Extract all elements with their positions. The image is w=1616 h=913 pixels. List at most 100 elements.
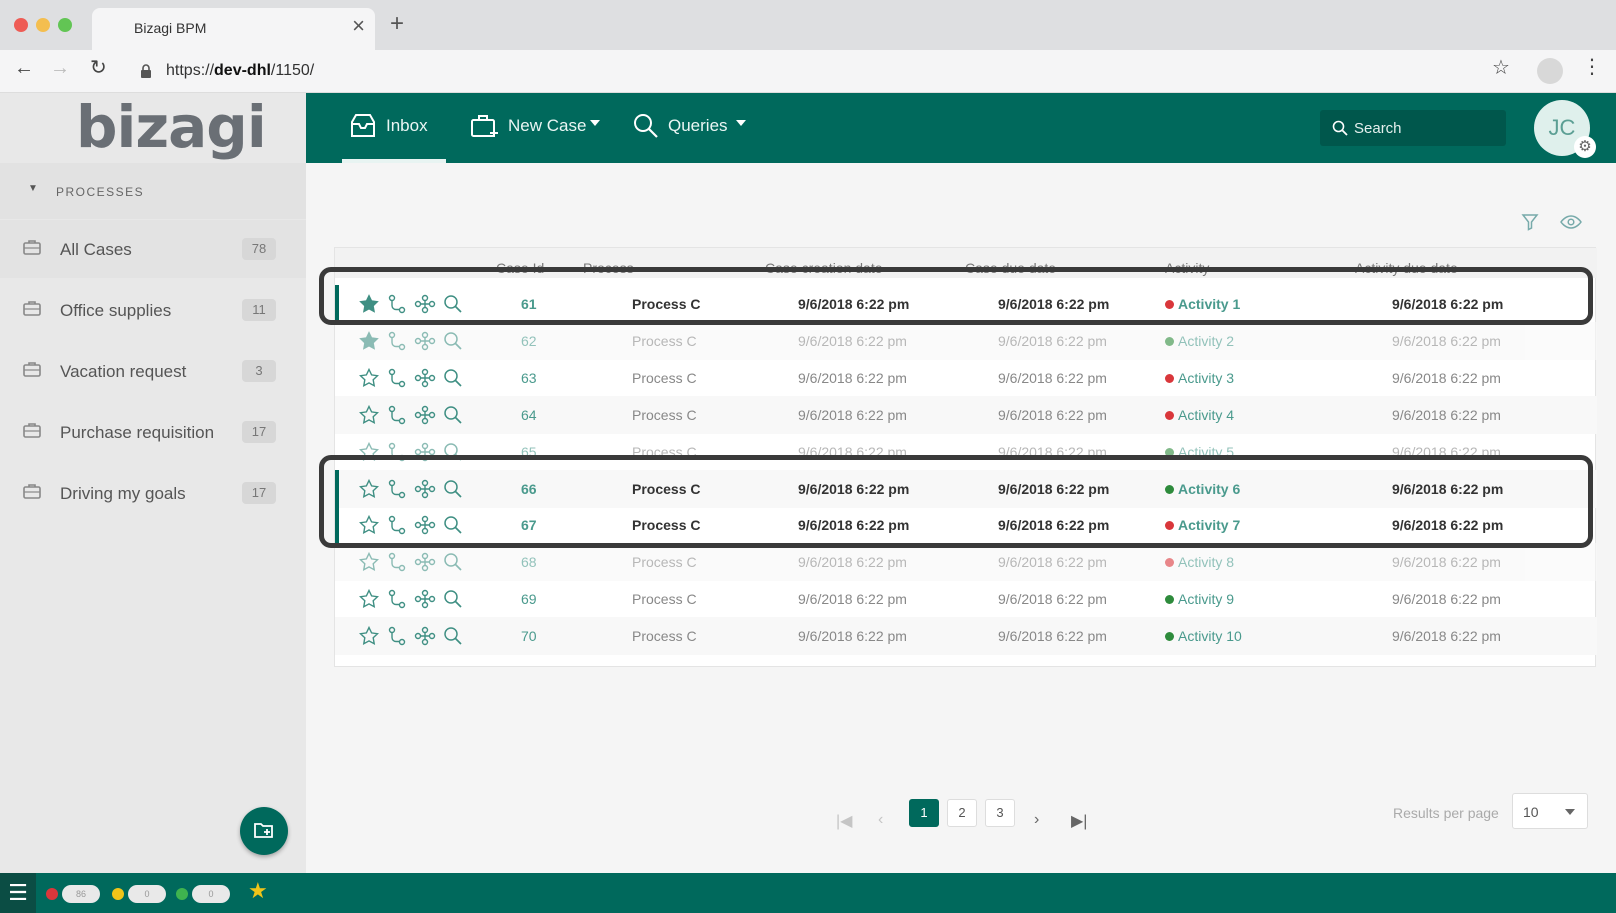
favorite-star-icon[interactable] bbox=[358, 367, 380, 393]
activity-link[interactable]: Activity 4 bbox=[1178, 407, 1234, 423]
activity-due-date-cell: 9/6/2018 6:22 pm bbox=[1392, 406, 1501, 423]
case-due-date-cell: 9/6/2018 6:22 pm bbox=[998, 332, 1107, 349]
workflow-icon[interactable] bbox=[414, 368, 436, 393]
new-case-fab-button[interactable] bbox=[240, 807, 288, 855]
route-icon[interactable] bbox=[387, 589, 407, 614]
activity-due-date-cell: 9/6/2018 6:22 pm bbox=[1392, 628, 1501, 645]
reload-icon[interactable]: ↻ bbox=[90, 58, 107, 78]
workflow-icon[interactable] bbox=[414, 626, 436, 651]
activity-link[interactable]: Activity 10 bbox=[1178, 628, 1242, 644]
activity-link[interactable]: Activity 8 bbox=[1178, 554, 1234, 570]
route-icon[interactable] bbox=[387, 368, 407, 393]
processes-section-header[interactable]: ▼ PROCESSES bbox=[0, 163, 306, 219]
browser-profile-avatar[interactable] bbox=[1537, 58, 1563, 84]
case-id-link[interactable]: 68 bbox=[521, 554, 537, 570]
back-arrow-icon[interactable]: ← bbox=[14, 58, 34, 78]
sidebar-item-vacation-request[interactable]: Vacation request 3 bbox=[0, 342, 306, 400]
view-case-search-icon[interactable] bbox=[443, 589, 463, 614]
favorite-star-icon[interactable] bbox=[358, 625, 380, 651]
table-row[interactable]: 69 Process C 9/6/2018 6:22 pm 9/6/2018 6:22… bbox=[335, 580, 1597, 618]
url-text: https://dev-dhl/1150/ bbox=[166, 62, 315, 79]
forward-arrow-icon[interactable]: → bbox=[50, 58, 70, 78]
hamburger-menu-icon[interactable]: ☰ bbox=[0, 873, 36, 913]
favorite-star-icon[interactable] bbox=[358, 404, 380, 430]
route-icon[interactable] bbox=[387, 405, 407, 430]
browser-tab[interactable]: Bizagi BPM × bbox=[92, 8, 375, 50]
settings-gear-icon[interactable]: ⚙ bbox=[1574, 136, 1596, 158]
sidebar-item-driving-my-goals[interactable]: Driving my goals 17 bbox=[0, 464, 306, 522]
sidebar-item-all-cases[interactable]: All Cases 78 bbox=[0, 220, 306, 278]
workflow-icon[interactable] bbox=[414, 331, 436, 356]
workflow-icon[interactable] bbox=[414, 552, 436, 577]
bookmark-star-icon[interactable]: ☆ bbox=[1492, 58, 1510, 78]
case-creation-date-cell: 9/6/2018 6:22 pm bbox=[798, 591, 907, 608]
view-case-search-icon[interactable] bbox=[443, 405, 463, 430]
yellow-counter[interactable]: 0 bbox=[128, 885, 166, 903]
case-due-date-cell: 9/6/2018 6:22 pm bbox=[998, 628, 1107, 645]
table-row[interactable]: 64 Process C 9/6/2018 6:22 pm 9/6/2018 6:22… bbox=[335, 395, 1597, 434]
last-page-icon[interactable]: ▶| bbox=[1071, 811, 1087, 831]
route-icon[interactable] bbox=[387, 331, 407, 356]
browser-menu-icon[interactable]: ⋮ bbox=[1582, 57, 1602, 77]
tab-new-case[interactable]: New Case bbox=[470, 93, 610, 163]
table-row[interactable]: 68 Process C 9/6/2018 6:22 pm 9/6/2018 6:22… bbox=[335, 543, 1597, 582]
chevron-down-icon bbox=[736, 120, 746, 126]
table-row[interactable]: 70 Process C 9/6/2018 6:22 pm 9/6/2018 6:22… bbox=[335, 617, 1597, 656]
sidebar-item-label: Purchase requisition bbox=[60, 423, 215, 442]
favorites-star-icon[interactable]: ★ bbox=[248, 880, 268, 902]
workflow-icon[interactable] bbox=[414, 589, 436, 614]
activity-link[interactable]: Activity 2 bbox=[1178, 333, 1234, 349]
new-tab-button[interactable]: + bbox=[390, 12, 404, 36]
case-id-link[interactable]: 70 bbox=[521, 628, 537, 644]
window-close-button[interactable] bbox=[14, 18, 28, 32]
case-id-link[interactable]: 62 bbox=[521, 333, 537, 349]
results-per-page-select[interactable]: 10 bbox=[1512, 793, 1588, 829]
case-due-date-cell: 9/6/2018 6:22 pm bbox=[998, 369, 1107, 386]
page-button-1[interactable]: 1 bbox=[909, 799, 939, 827]
tab-close-icon[interactable]: × bbox=[352, 15, 365, 37]
filter-icon[interactable] bbox=[1521, 213, 1539, 231]
tab-queries[interactable]: Queries bbox=[632, 93, 762, 163]
case-count-badge: 3 bbox=[242, 360, 276, 382]
case-id-link[interactable]: 69 bbox=[521, 591, 537, 607]
green-counter[interactable]: 0 bbox=[192, 885, 230, 903]
activity-due-date-cell: 9/6/2018 6:22 pm bbox=[1392, 591, 1501, 608]
route-icon[interactable] bbox=[387, 626, 407, 651]
sidebar-item-purchase-requisition[interactable]: Purchase requisition 17 bbox=[0, 403, 306, 461]
bizagi-logo: bizagi bbox=[76, 93, 267, 161]
favorite-star-icon[interactable] bbox=[358, 552, 380, 577]
results-per-page-value: 10 bbox=[1523, 804, 1539, 820]
view-case-search-icon[interactable] bbox=[443, 552, 463, 577]
table-row[interactable]: 62 Process C 9/6/2018 6:22 pm 9/6/2018 6:22… bbox=[335, 321, 1597, 360]
folder-plus-icon bbox=[254, 823, 273, 838]
activity-due-date-cell: 9/6/2018 6:22 pm bbox=[1392, 369, 1501, 386]
case-id-link[interactable]: 63 bbox=[521, 370, 537, 386]
view-case-search-icon[interactable] bbox=[443, 626, 463, 651]
table-row[interactable]: 63 Process C 9/6/2018 6:22 pm 9/6/2018 6:22… bbox=[335, 359, 1597, 397]
view-case-search-icon[interactable] bbox=[443, 368, 463, 393]
activity-status-dot bbox=[1165, 632, 1174, 642]
page-button-2[interactable]: 2 bbox=[947, 799, 977, 827]
window-minimize-button[interactable] bbox=[36, 18, 50, 32]
favorite-star-icon[interactable] bbox=[359, 331, 379, 356]
favorite-star-icon[interactable] bbox=[358, 589, 380, 614]
activity-link[interactable]: Activity 9 bbox=[1178, 591, 1234, 607]
search-input[interactable] bbox=[1354, 116, 1494, 140]
previous-page-icon[interactable]: ‹ bbox=[878, 811, 883, 829]
tab-inbox[interactable]: Inbox bbox=[342, 93, 446, 163]
case-creation-date-cell: 9/6/2018 6:22 pm bbox=[798, 406, 907, 423]
briefcase-plus-icon bbox=[471, 115, 498, 137]
window-maximize-button[interactable] bbox=[58, 18, 72, 32]
url-field[interactable]: https://dev-dhl/1150/ bbox=[128, 55, 1518, 87]
next-page-icon[interactable]: › bbox=[1034, 811, 1039, 829]
first-page-icon[interactable]: |◀ bbox=[836, 811, 852, 831]
workflow-icon[interactable] bbox=[414, 405, 436, 430]
view-case-search-icon[interactable] bbox=[443, 331, 463, 356]
sidebar-item-office-supplies[interactable]: Office supplies 11 bbox=[0, 281, 306, 339]
eye-icon[interactable] bbox=[1560, 215, 1582, 229]
case-id-link[interactable]: 64 bbox=[521, 407, 537, 423]
activity-link[interactable]: Activity 3 bbox=[1178, 370, 1234, 386]
page-button-3[interactable]: 3 bbox=[985, 799, 1015, 827]
red-counter[interactable]: 86 bbox=[62, 885, 100, 903]
route-icon[interactable] bbox=[387, 552, 407, 577]
